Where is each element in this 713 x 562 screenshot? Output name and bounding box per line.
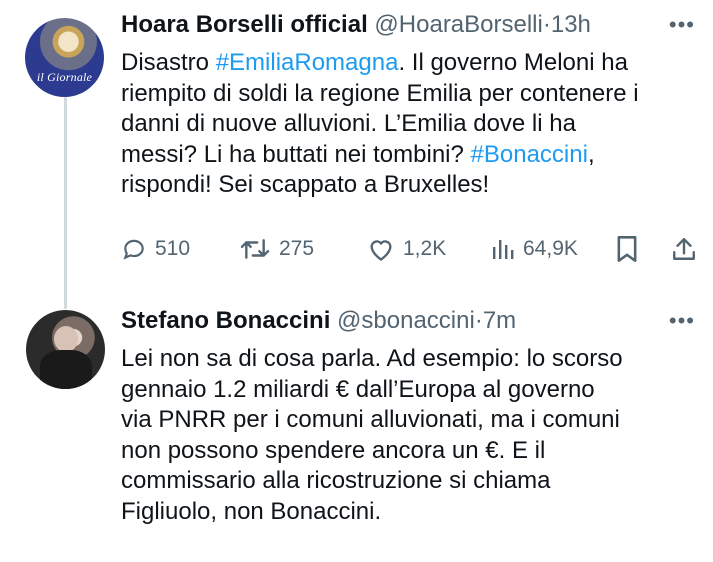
tweet1-header: Hoara Borselli official @HoaraBorselli·1… bbox=[121, 10, 591, 40]
bookmark-button[interactable] bbox=[615, 233, 639, 265]
reply-count: 510 bbox=[155, 237, 191, 260]
tweet1-author-name[interactable]: Hoara Borselli official bbox=[121, 11, 368, 38]
tweet2-line: commissario alla ricostruzione si chiama bbox=[121, 467, 551, 494]
tweet1-author-handle[interactable]: @HoaraBorselli bbox=[374, 11, 542, 38]
tweet2-line: gennaio 1.2 miliardi € dall’Europa al go… bbox=[121, 375, 595, 403]
bar-chart-icon bbox=[493, 240, 514, 259]
views-count: 64,9K bbox=[523, 237, 578, 260]
tweet2-line: Lei non sa di cosa parla. Ad esempio: lo… bbox=[121, 345, 623, 372]
tweet2-timestamp[interactable]: 7m bbox=[483, 307, 516, 334]
tweet1-more-icon[interactable]: ••• bbox=[669, 12, 695, 38]
tweet2-line: via PNRR per i comuni alluvionati, ma i … bbox=[121, 406, 620, 433]
tweet2-line: non possono spendere ancora un €. E il bbox=[121, 436, 546, 464]
tweet1-line: Disastro #EmiliaRomagna. Il governo Melo… bbox=[121, 48, 706, 79]
like-button[interactable]: 1,2K bbox=[367, 233, 446, 265]
heart-icon bbox=[370, 240, 392, 261]
tweet1-line: danni di nuove alluvioni. L’Emilia dove … bbox=[121, 109, 706, 140]
bookmark-icon bbox=[617, 236, 637, 262]
avatar-hoara-borselli[interactable]: il Giornale bbox=[25, 18, 104, 97]
hashtag-link[interactable]: #EmiliaRomagna bbox=[216, 49, 399, 76]
avatar-logo-text: il Giornale bbox=[36, 70, 93, 84]
tweet1-timestamp[interactable]: 13h bbox=[551, 11, 591, 38]
like-count: 1,2K bbox=[403, 237, 447, 260]
text-segment: . Il governo Meloni ha bbox=[398, 49, 628, 76]
retweet-button[interactable]: 275 bbox=[239, 233, 314, 265]
text-segment: Disastro bbox=[121, 49, 216, 76]
text-segment: messi? Li ha buttati nei tombini? bbox=[121, 140, 471, 168]
avatar-photo-body bbox=[40, 350, 92, 389]
thread-connector-line bbox=[64, 97, 67, 309]
retweet-icon bbox=[240, 239, 270, 259]
text-segment: rispondi! Sei scappato a Bruxelles! bbox=[121, 171, 490, 198]
share-icon bbox=[673, 238, 695, 260]
tweet1-separator: · bbox=[542, 11, 551, 38]
tweet2-more-icon[interactable]: ••• bbox=[669, 308, 695, 334]
tweet1-text: Disastro #EmiliaRomagna. Il governo Melo… bbox=[121, 48, 706, 201]
views-button[interactable]: 64,9K bbox=[491, 233, 578, 265]
reply-button[interactable]: 510 bbox=[121, 233, 190, 265]
tweet1-line: riempito di soldi la regione Emilia per … bbox=[121, 79, 706, 110]
text-segment: danni di nuove alluvioni. L’Emilia dove … bbox=[121, 110, 576, 137]
tweet2-line: Figliuolo, non Bonaccini. bbox=[121, 497, 382, 525]
tweet1-line: rispondi! Sei scappato a Bruxelles! bbox=[121, 170, 706, 201]
share-button[interactable] bbox=[671, 233, 697, 265]
tweet1-line: messi? Li ha buttati nei tombini? #Bonac… bbox=[121, 140, 706, 171]
hashtag-link[interactable]: #Bonaccini bbox=[471, 141, 588, 168]
avatar-photo-face bbox=[54, 326, 78, 352]
tweet2-header: Stefano Bonaccini @sbonaccini·7m bbox=[121, 306, 516, 336]
tweet2-author-name[interactable]: Stefano Bonaccini bbox=[121, 307, 330, 334]
retweet-count: 275 bbox=[279, 237, 315, 260]
reply-icon bbox=[123, 239, 144, 260]
tweet2-text: Lei non sa di cosa parla. Ad esempio: lo… bbox=[121, 344, 706, 527]
text-segment: , bbox=[587, 140, 595, 168]
text-segment: riempito di soldi la regione Emilia per … bbox=[121, 79, 639, 107]
tweet2-author-handle[interactable]: @sbonaccini bbox=[337, 307, 475, 334]
tweet1-action-bar: 510 275 1,2K 64,9K bbox=[121, 233, 701, 265]
tweet2-separator: · bbox=[474, 307, 483, 334]
avatar-stefano-bonaccini[interactable] bbox=[26, 310, 105, 389]
